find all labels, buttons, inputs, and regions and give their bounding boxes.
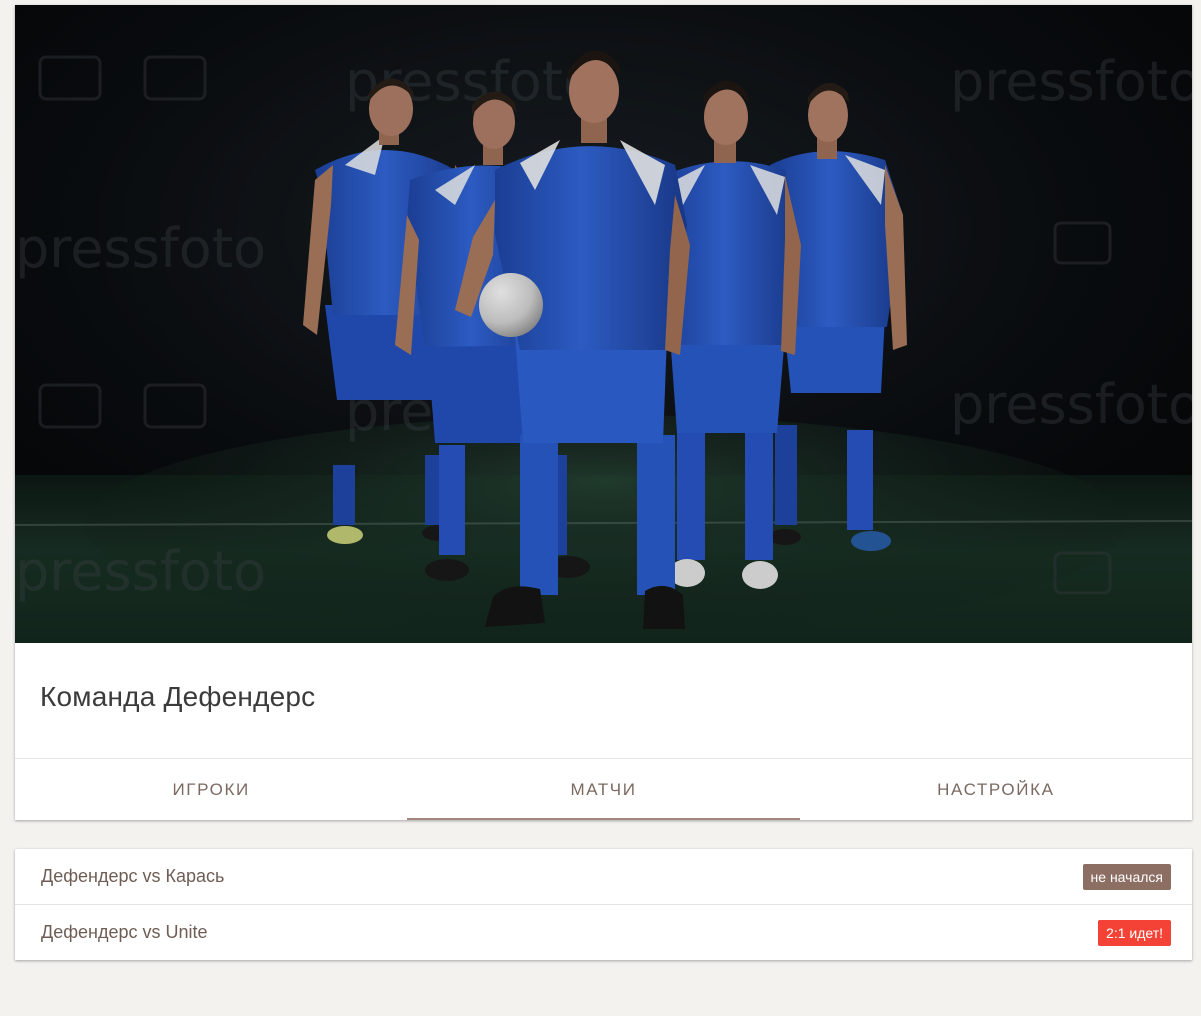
team-cover-image: pressfoto pressfoto pressfoto pressfoto … (15, 5, 1192, 643)
tab-settings-label: НАСТРОЙКА (937, 780, 1055, 799)
match-row[interactable]: Дефендерс vs Unite 2:1 идет! (15, 905, 1192, 960)
tab-matches[interactable]: МАТЧИ (407, 759, 800, 820)
tab-matches-label: МАТЧИ (570, 780, 637, 799)
matches-list: Дефендерс vs Карась не начался Дефендерс… (15, 849, 1192, 960)
team-tabs: ИГРОКИ МАТЧИ НАСТРОЙКА (15, 758, 1192, 820)
match-status-badge: не начался (1082, 863, 1171, 890)
tab-players[interactable]: ИГРОКИ (15, 759, 407, 820)
active-tab-indicator (407, 818, 800, 820)
match-title: Дефендерс vs Карась (41, 866, 225, 886)
tab-players-label: ИГРОКИ (172, 780, 250, 799)
tab-settings[interactable]: НАСТРОЙКА (800, 759, 1192, 820)
team-card: pressfoto pressfoto pressfoto pressfoto … (15, 5, 1192, 820)
match-status-badge: 2:1 идет! (1098, 919, 1171, 946)
match-title: Дефендерс vs Unite (41, 922, 208, 942)
match-row[interactable]: Дефендерс vs Карась не начался (15, 849, 1192, 905)
team-name: Команда Дефендерс (40, 681, 316, 712)
